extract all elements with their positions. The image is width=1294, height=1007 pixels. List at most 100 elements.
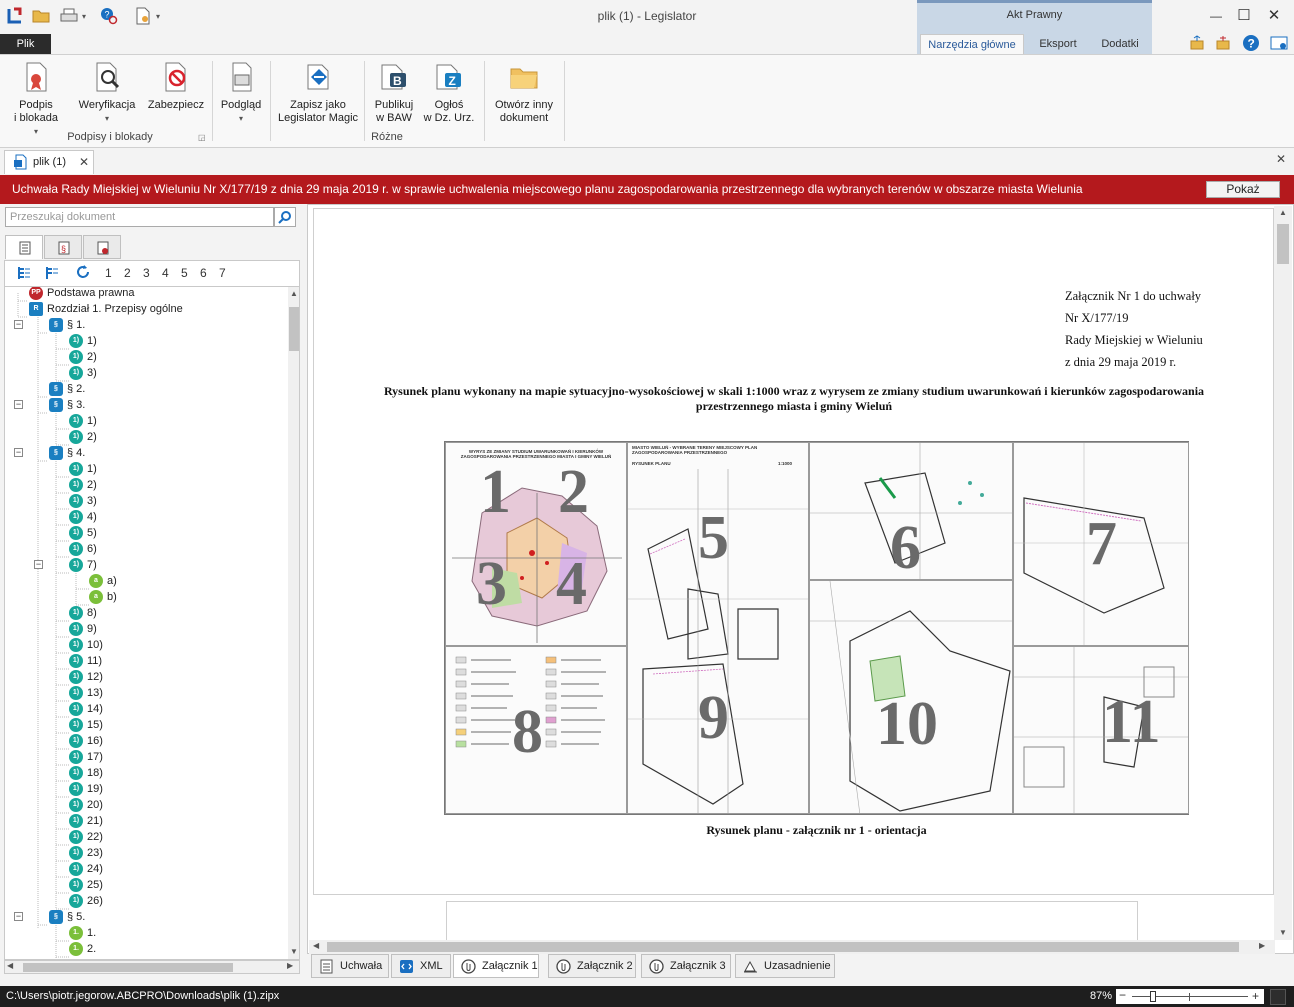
map-number-6: 6 bbox=[890, 514, 921, 580]
ribbon-separator bbox=[364, 61, 365, 141]
tab-justification[interactable]: Uzasadnienie bbox=[735, 954, 835, 978]
map-scale: 1:1000 bbox=[778, 461, 793, 466]
tree-node-icon: 1) bbox=[69, 462, 83, 476]
close-button[interactable]: ✕ bbox=[1262, 6, 1286, 26]
secure-button[interactable]: Zabezpiecz bbox=[145, 61, 207, 112]
tab-resolution[interactable]: Uchwała bbox=[311, 954, 389, 978]
info-panel-icon[interactable] bbox=[1268, 33, 1290, 53]
tab-attachment-3[interactable]: Załącznik 3 bbox=[641, 954, 731, 978]
map-number-9: 9 bbox=[698, 684, 729, 752]
tree-collapse-toggle[interactable]: − bbox=[34, 560, 43, 569]
tab-attachment-1[interactable]: Załącznik 1 bbox=[453, 954, 539, 978]
map-number-7: 7 bbox=[1086, 510, 1117, 578]
tree-node-label: § 2. bbox=[67, 383, 86, 395]
save-legislator-magic-button[interactable]: Zapisz jako Legislator Magic bbox=[276, 61, 360, 125]
attachment-1-tab-icon bbox=[461, 959, 476, 974]
document-horizontal-scrollbar[interactable]: ◀ ▶ bbox=[309, 940, 1275, 954]
tree-level-6[interactable]: 6 bbox=[200, 266, 207, 280]
sign-block-label: Podpis i blokada bbox=[13, 99, 59, 124]
doc-scroll-up-icon[interactable]: ▲ bbox=[1279, 208, 1287, 217]
attachment-line-3: Rady Miejskiej w Wieluniu bbox=[1065, 333, 1203, 347]
next-page bbox=[446, 901, 1138, 941]
scroll-down-icon[interactable]: ▼ bbox=[290, 947, 298, 956]
resolution-tab-icon bbox=[319, 959, 334, 974]
group-dialog-launcher-icon[interactable]: ◲ bbox=[198, 133, 206, 142]
redo-icon[interactable] bbox=[1212, 33, 1234, 53]
show-button[interactable]: Pokaż bbox=[1206, 181, 1280, 198]
tab-addons[interactable]: Dodatki bbox=[1090, 34, 1150, 54]
close-all-tabs-icon[interactable]: ✕ bbox=[1276, 152, 1286, 166]
tree-node-icon: 1) bbox=[69, 846, 83, 860]
tree-level-2[interactable]: 2 bbox=[124, 266, 131, 280]
undo-icon[interactable] bbox=[1186, 33, 1208, 53]
document-vertical-scrollbar[interactable]: ▲ ▼ bbox=[1274, 206, 1292, 940]
doc-scroll-thumb[interactable] bbox=[1277, 224, 1289, 264]
resize-grip-icon[interactable] bbox=[1270, 989, 1286, 1005]
tree-node-label: 1) bbox=[87, 463, 97, 475]
tab-attachments[interactable]: § bbox=[44, 235, 82, 259]
zoom-thumb[interactable] bbox=[1150, 991, 1156, 1002]
publish-baw-button[interactable]: B Publikuj w BAW bbox=[368, 61, 420, 125]
tree-collapse-toggle[interactable]: − bbox=[14, 400, 23, 409]
tree-level-3[interactable]: 3 bbox=[143, 266, 150, 280]
tab-export[interactable]: Eksport bbox=[1028, 34, 1088, 54]
tree-horizontal-scrollbar[interactable]: ◀ ▶ bbox=[4, 960, 300, 974]
announce-button[interactable]: Z Ogłoś w Dz. Urz. bbox=[422, 61, 476, 125]
doc-hscroll-thumb[interactable] bbox=[327, 942, 1239, 952]
open-other-document-button[interactable]: Otwórz inny dokument bbox=[490, 61, 558, 125]
map-plan-area-7: 7 bbox=[1013, 442, 1189, 646]
legislator-magic-icon bbox=[302, 61, 334, 93]
tree-node-label: 5) bbox=[87, 527, 97, 539]
expand-all-icon[interactable] bbox=[17, 266, 31, 283]
tree-scroll-thumb[interactable] bbox=[289, 307, 299, 351]
tree-node-label: § 1. bbox=[67, 319, 86, 331]
tree-hscroll-thumb[interactable] bbox=[23, 963, 233, 972]
tab-attachment-2[interactable]: Załącznik 2 bbox=[548, 954, 636, 978]
search-button[interactable] bbox=[274, 207, 296, 227]
scroll-up-icon[interactable]: ▲ bbox=[290, 289, 298, 298]
verify-dropdown-icon: ▾ bbox=[104, 114, 109, 123]
zoom-slider[interactable]: − + bbox=[1116, 986, 1264, 1007]
close-tab-icon[interactable]: ✕ bbox=[79, 151, 89, 173]
preview-button[interactable]: Podgląd ▾ bbox=[216, 61, 266, 125]
tab-structure[interactable] bbox=[5, 235, 43, 259]
minimize-button[interactable]: — bbox=[1204, 6, 1228, 26]
doc-scroll-down-icon[interactable]: ▼ bbox=[1279, 928, 1287, 937]
tree-collapse-toggle[interactable]: − bbox=[14, 448, 23, 457]
file-tab[interactable]: Plik bbox=[0, 34, 51, 54]
tree-level-7[interactable]: 7 bbox=[219, 266, 226, 280]
tree-level-1[interactable]: 1 bbox=[105, 266, 112, 280]
scroll-left-icon[interactable]: ◀ bbox=[7, 961, 13, 970]
zoom-in-icon[interactable]: + bbox=[1252, 986, 1259, 1007]
svg-text:?: ? bbox=[1248, 37, 1255, 51]
attachment-line-1: Załącznik Nr 1 do uchwały bbox=[1065, 289, 1202, 303]
resolution-banner: Uchwała Rady Miejskiej w Wieluniu Nr X/1… bbox=[0, 175, 1294, 204]
zoom-out-icon[interactable]: − bbox=[1119, 985, 1126, 1006]
tree-node-icon: 1) bbox=[69, 750, 83, 764]
tab-xml[interactable]: XML bbox=[391, 954, 451, 978]
tab-notes[interactable] bbox=[83, 235, 121, 259]
tree-node-label: 1. bbox=[87, 927, 97, 939]
tree-vertical-scrollbar[interactable]: ▲ ▼ bbox=[288, 287, 299, 959]
tree-level-4[interactable]: 4 bbox=[162, 266, 169, 280]
announce-label: Ogłoś w Dz. Urz. bbox=[423, 99, 475, 124]
tree-collapse-toggle[interactable]: − bbox=[14, 912, 23, 921]
map-plan-area-11: 11 bbox=[1013, 646, 1189, 814]
tab-xml-label: XML bbox=[420, 960, 443, 972]
scroll-right-icon[interactable]: ▶ bbox=[287, 961, 293, 970]
tab-main-tools[interactable]: Narzędzia główne bbox=[920, 34, 1024, 54]
tree-node-icon: § bbox=[49, 398, 63, 412]
collapse-all-icon[interactable] bbox=[45, 266, 59, 283]
search-input[interactable]: Przeszukaj dokument bbox=[5, 207, 274, 227]
doc-scroll-left-icon[interactable]: ◀ bbox=[313, 941, 319, 950]
document-tab[interactable]: plik (1) ✕ bbox=[4, 150, 94, 174]
sign-block-button[interactable]: Podpis i blokada ▾ bbox=[6, 61, 66, 138]
zoom-level: 87% bbox=[1090, 990, 1113, 1002]
doc-scroll-right-icon[interactable]: ▶ bbox=[1259, 941, 1265, 950]
tree-level-5[interactable]: 5 bbox=[181, 266, 188, 280]
refresh-icon[interactable] bbox=[75, 264, 91, 283]
tree-collapse-toggle[interactable]: − bbox=[14, 320, 23, 329]
help-icon[interactable]: ? bbox=[1240, 33, 1262, 53]
verify-button[interactable]: Weryfikacja ▾ bbox=[74, 61, 140, 125]
maximize-button[interactable]: ☐ bbox=[1232, 6, 1256, 26]
